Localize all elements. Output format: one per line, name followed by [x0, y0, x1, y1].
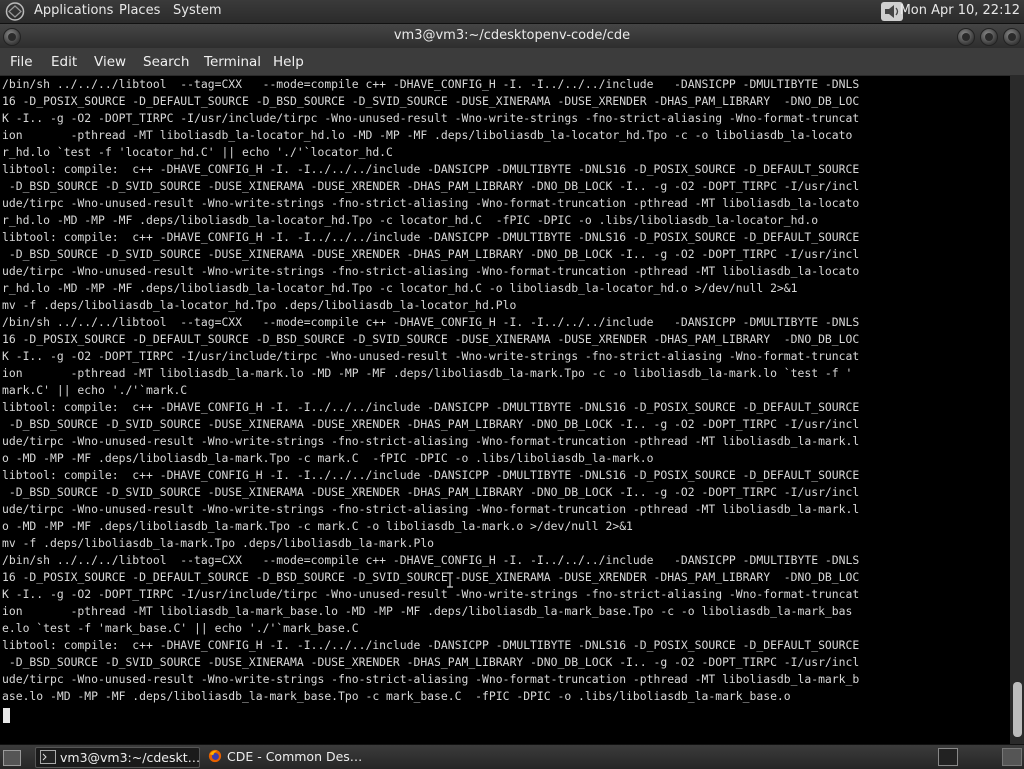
- terminal-scrollbar[interactable]: [1010, 76, 1024, 744]
- places-menu[interactable]: Places: [119, 3, 160, 18]
- taskbar-item-label: CDE - Common Des…: [227, 749, 363, 764]
- menu-help[interactable]: Help: [273, 54, 304, 70]
- terminal-line: /bin/sh ../../../libtool --tag=CXX --mod…: [2, 77, 860, 91]
- terminal-line: mark.C' || echo './'`mark.C: [2, 383, 188, 397]
- terminal-line: 16 -D_POSIX_SOURCE -D_DEFAULT_SOURCE -D_…: [2, 570, 860, 584]
- menu-search[interactable]: Search: [143, 54, 189, 70]
- taskbar-item-label: vm3@vm3:~/cdeskt…: [60, 750, 201, 765]
- menu-edit[interactable]: Edit: [51, 54, 77, 70]
- window-titlebar[interactable]: vm3@vm3:~/cdesktopenv-code/cde: [0, 24, 1024, 48]
- top-panel: Applications Places System Mon Apr 10, 2…: [0, 0, 1024, 24]
- terminal-line: e.lo `test -f 'mark_base.C' || echo './'…: [2, 621, 359, 635]
- terminal-line: K -I.. -g -O2 -DOPT_TIRPC -I/usr/include…: [2, 111, 860, 125]
- terminal-line: ude/tirpc -Wno-unused-result -Wno-write-…: [2, 196, 860, 210]
- menu-file[interactable]: File: [10, 54, 33, 70]
- window-title: vm3@vm3:~/cdesktopenv-code/cde: [393, 28, 631, 43]
- text-cursor: [3, 708, 10, 723]
- terminal-line: libtool: compile: c++ -DHAVE_CONFIG_H -I…: [2, 230, 860, 244]
- terminal-line: libtool: compile: c++ -DHAVE_CONFIG_H -I…: [2, 400, 860, 414]
- terminal-line: -D_BSD_SOURCE -D_SVID_SOURCE -DUSE_XINER…: [8, 179, 860, 193]
- workspace-switcher-icon[interactable]: [1002, 748, 1022, 766]
- terminal-line: -D_BSD_SOURCE -D_SVID_SOURCE -DUSE_XINER…: [8, 417, 860, 431]
- maximize-button[interactable]: [980, 28, 998, 46]
- ibeam-cursor-icon: [447, 572, 453, 588]
- terminal-line: ion -pthread -MT liboliasdb_la-locator_h…: [2, 128, 853, 142]
- distro-logo-icon[interactable]: [5, 2, 25, 21]
- terminal-line: ude/tirpc -Wno-unused-result -Wno-write-…: [2, 264, 860, 278]
- show-desktop-icon[interactable]: [3, 750, 21, 766]
- terminal-line: libtool: compile: c++ -DHAVE_CONFIG_H -I…: [2, 468, 860, 482]
- close-button[interactable]: [1003, 28, 1021, 46]
- scrollbar-thumb[interactable]: [1013, 682, 1022, 737]
- terminal-line: -D_BSD_SOURCE -D_SVID_SOURCE -DUSE_XINER…: [8, 655, 860, 669]
- menubar: File Edit View Search Terminal Help: [0, 48, 1024, 76]
- terminal-line: libtool: compile: c++ -DHAVE_CONFIG_H -I…: [2, 638, 860, 652]
- terminal-line: ase.lo -MD -MP -MF .deps/liboliasdb_la-m…: [2, 689, 791, 703]
- terminal-line: ion -pthread -MT liboliasdb_la-mark_base…: [2, 604, 853, 618]
- bottom-taskbar: vm3@vm3:~/cdeskt… CDE - Common Des…: [0, 744, 1024, 769]
- terminal-icon[interactable]: [938, 748, 958, 766]
- terminal-line: 16 -D_POSIX_SOURCE -D_DEFAULT_SOURCE -D_…: [2, 332, 860, 346]
- firefox-icon: [208, 749, 222, 763]
- terminal-line: o -MD -MP -MF .deps/liboliasdb_la-mark.T…: [2, 519, 633, 533]
- applications-menu[interactable]: Applications: [34, 3, 113, 18]
- terminal-line: r_hd.lo `test -f 'locator_hd.C' || echo …: [2, 145, 393, 159]
- terminal-line: r_hd.lo -MD -MP -MF .deps/liboliasdb_la-…: [2, 213, 819, 227]
- terminal-line: libtool: compile: c++ -DHAVE_CONFIG_H -I…: [2, 162, 860, 176]
- taskbar-item-terminal[interactable]: vm3@vm3:~/cdeskt…: [35, 747, 200, 768]
- menu-view[interactable]: View: [94, 54, 126, 70]
- terminal-line: -D_BSD_SOURCE -D_SVID_SOURCE -DUSE_XINER…: [8, 485, 860, 499]
- terminal-line: ude/tirpc -Wno-unused-result -Wno-write-…: [2, 434, 860, 448]
- terminal-line: K -I.. -g -O2 -DOPT_TIRPC -I/usr/include…: [2, 587, 860, 601]
- system-menu[interactable]: System: [173, 3, 221, 18]
- terminal-icon: [40, 750, 56, 764]
- taskbar-item-firefox[interactable]: CDE - Common Des…: [203, 747, 373, 766]
- terminal-line: mv -f .deps/liboliasdb_la-locator_hd.Tpo…: [2, 298, 517, 312]
- terminal-line: -D_BSD_SOURCE -D_SVID_SOURCE -DUSE_XINER…: [8, 247, 860, 261]
- menu-terminal[interactable]: Terminal: [204, 54, 261, 70]
- terminal-line: ude/tirpc -Wno-unused-result -Wno-write-…: [2, 672, 860, 686]
- minimize-button[interactable]: [957, 28, 975, 46]
- terminal-line: ion -pthread -MT liboliasdb_la-mark.lo -…: [2, 366, 853, 380]
- terminal-line: /bin/sh ../../../libtool --tag=CXX --mod…: [2, 315, 860, 329]
- clock[interactable]: Mon Apr 10, 22:12: [900, 3, 1020, 18]
- terminal-output: /bin/sh ../../../libtool --tag=CXX --mod…: [2, 76, 859, 705]
- terminal-line: o -MD -MP -MF .deps/liboliasdb_la-mark.T…: [2, 451, 654, 465]
- terminal-line: K -I.. -g -O2 -DOPT_TIRPC -I/usr/include…: [2, 349, 860, 363]
- terminal-line: mv -f .deps/liboliasdb_la-mark.Tpo .deps…: [2, 536, 435, 550]
- terminal-line: r_hd.lo -MD -MP -MF .deps/liboliasdb_la-…: [2, 281, 798, 295]
- terminal-line: /bin/sh ../../../libtool --tag=CXX --mod…: [2, 553, 860, 567]
- terminal-area[interactable]: /bin/sh ../../../libtool --tag=CXX --mod…: [0, 76, 1010, 744]
- terminal-line: ude/tirpc -Wno-unused-result -Wno-write-…: [2, 502, 860, 516]
- terminal-line: 16 -D_POSIX_SOURCE -D_DEFAULT_SOURCE -D_…: [2, 94, 860, 108]
